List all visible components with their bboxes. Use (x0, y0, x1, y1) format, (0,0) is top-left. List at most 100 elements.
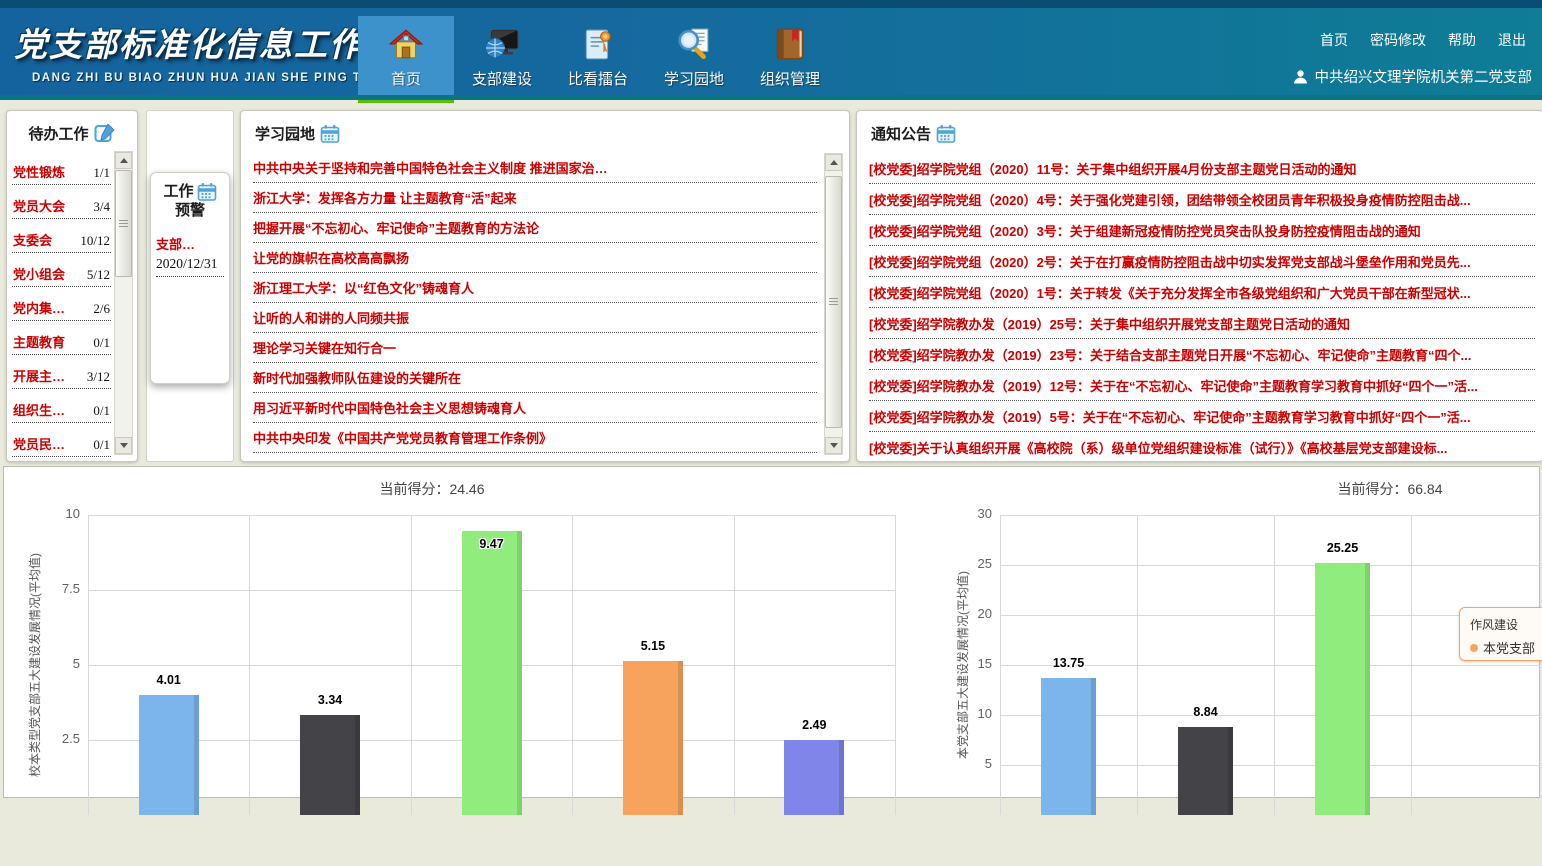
article-link[interactable]: 让党的旗帜在高校高高飘扬 (253, 243, 817, 273)
article-link[interactable]: 把握开展“不忘初心、牢记使命”主题教育的方法论 (253, 213, 817, 243)
tab-branch-building[interactable]: 支部建设 (454, 16, 550, 103)
gridline (411, 515, 412, 815)
bar[interactable] (300, 715, 360, 815)
todo-item[interactable]: 党小组会5/12 (12, 253, 111, 287)
todo-item-name: 组织生… (13, 400, 65, 419)
todo-item[interactable]: 师德师…0/1 (12, 457, 111, 462)
y-tick-label: 10 (40, 506, 80, 521)
bar[interactable] (139, 695, 199, 815)
todo-item-count: 0/1 (93, 335, 110, 351)
todo-item[interactable]: 党员民…0/1 (12, 423, 111, 457)
toplink-help[interactable]: 帮助 (1448, 30, 1476, 50)
article-link[interactable]: 中共中央关于坚持和完善中国特色社会主义制度 推进国家治… (253, 153, 817, 183)
article-link[interactable]: [校党委]绍学院教办发（2019）5号：关于在“不忘初心、牢记使命”主题教育学习… (869, 401, 1535, 432)
bar-value-label: 8.84 (1176, 705, 1236, 719)
todo-scrollbar[interactable] (114, 151, 133, 455)
current-user: 中共绍兴文理学院机关第二党支部 (1293, 66, 1533, 87)
tab-compare-arena[interactable]: 比看擂台 (550, 16, 646, 103)
gridline (88, 515, 895, 516)
plot-area: 13.758.8425.25 (1000, 515, 1542, 815)
todo-item[interactable]: 支委会10/12 (12, 219, 111, 253)
chart-this-branch: 当前得分：66.84 本党支部五大建设发展情况(平均值) 13.758.8425… (940, 466, 1542, 866)
search-document-icon (676, 24, 712, 66)
article-link[interactable]: [校党委]绍学院党组（2020）2号：关于在打赢疫情防控阻击战中切实发挥党支部战… (869, 246, 1535, 277)
user-icon (1293, 69, 1308, 84)
article-link[interactable]: 中共中央印发《中国共产党党员教育管理工作条例》 (253, 423, 817, 453)
gridline (1000, 565, 1542, 566)
bar[interactable] (1178, 727, 1233, 815)
tab-home[interactable]: 首页 (358, 16, 454, 103)
todo-item-count: 0/1 (93, 403, 110, 419)
edit-pencil-icon[interactable] (94, 122, 116, 144)
article-link[interactable]: 大学的定力与初心 (253, 453, 817, 462)
bar[interactable] (623, 661, 683, 816)
article-link[interactable]: [校党委]绍学院党组（2020）1号：关于转发《关于充分发挥全市各级党组织和广大… (869, 277, 1535, 308)
user-name: 中共绍兴文理学院机关第二党支部 (1315, 66, 1533, 87)
tab-label: 比看擂台 (568, 68, 628, 89)
scrollbar-thumb[interactable] (115, 170, 132, 277)
calendar-icon (197, 182, 217, 202)
chart-branch-type-average: 当前得分：24.46 校本类型党支部五大建设发展情况(平均值) 4.013.34… (0, 466, 900, 866)
article-link[interactable]: 浙江理工大学：以“红色文化”铸魂育人 (253, 273, 817, 303)
scroll-up-button[interactable] (115, 152, 132, 169)
notice-panel-title: 通知公告 (857, 111, 1542, 144)
todo-item-name: 党员大会 (13, 196, 65, 215)
todo-item[interactable]: 组织生… 0/1 (12, 389, 111, 423)
bar[interactable] (462, 531, 522, 815)
tab-study-garden[interactable]: 学习园地 (646, 16, 742, 103)
bar-value-label: 3.34 (300, 693, 360, 707)
study-garden-panel: 学习园地 中共中央关于坚持和完善中国特色社会主义制度 推进国家治…浙江大学：发挥… (240, 110, 850, 462)
todo-item-name: 党内集… (13, 298, 65, 317)
study-panel-title: 学习园地 (241, 111, 849, 144)
toplink-home[interactable]: 首页 (1320, 30, 1348, 50)
todo-item-name: 党小组会 (13, 264, 65, 283)
scroll-down-button[interactable] (825, 437, 842, 454)
todo-item[interactable]: 党性锻炼1/1 (12, 151, 111, 185)
article-link[interactable]: [校党委]绍学院教办发（2019）25号：关于集中组织开展党支部主题党日活动的通… (869, 308, 1535, 339)
article-link[interactable]: [校党委]绍学院党组（2020）3号：关于组建新冠疫情防控党员突击队投身防控疫情… (869, 215, 1535, 246)
computer-globe-icon (483, 24, 521, 66)
bar[interactable] (784, 740, 844, 815)
todo-item-count: 0/1 (93, 437, 110, 453)
y-tick-label: 7.5 (40, 581, 80, 596)
calendar-icon (936, 124, 956, 144)
article-link[interactable]: 理论学习关键在知行合一 (253, 333, 817, 363)
toplink-change-password[interactable]: 密码修改 (1370, 30, 1426, 50)
article-link[interactable]: [校党委]绍学院教办发（2019）12号：关于在“不忘初心、牢记使命”主题教育学… (869, 370, 1535, 401)
todo-item-name: 党性锻炼 (13, 162, 65, 181)
scroll-up-button[interactable] (825, 154, 842, 171)
tab-organization[interactable]: 组织管理 (742, 16, 838, 103)
todo-item[interactable]: 党员大会3/4 (12, 185, 111, 219)
todo-list: 党性锻炼1/1党员大会3/4支委会10/12党小组会5/12党内集…2/6主题教… (12, 151, 111, 462)
todo-item[interactable]: 党内集…2/6 (12, 287, 111, 321)
article-link[interactable]: [校党委]绍学院教办发（2019）23号：关于结合支部主题党日开展“不忘初心、牢… (869, 339, 1535, 370)
gridline (734, 515, 735, 815)
notice-list: [校党委]绍学院党组（2020）11号：关于集中组织开展4月份支部主题党日活动的… (869, 153, 1535, 462)
article-link[interactable]: [校党委]绍学院党组（2020）4号：关于强化党建引领，团结带领全校团员青年积极… (869, 184, 1535, 215)
book-icon (773, 24, 807, 66)
article-link[interactable]: 用习近平新时代中国特色社会主义思想铸魂育人 (253, 393, 817, 423)
article-link[interactable]: 让听的人和讲的人同频共振 (253, 303, 817, 333)
todo-item-count: 3/12 (87, 369, 110, 385)
scrollbar-thumb[interactable] (825, 176, 842, 428)
article-link[interactable]: 浙江大学：发挥各方力量 让主题教育“活”起来 (253, 183, 817, 213)
bar[interactable] (1315, 563, 1370, 816)
scroll-down-button[interactable] (115, 437, 132, 454)
header-top-strip (0, 0, 1542, 8)
toplink-logout[interactable]: 退出 (1498, 30, 1526, 50)
article-link[interactable]: [校党委]绍学院党组（2020）11号：关于集中组织开展4月份支部主题党日活动的… (869, 153, 1535, 184)
y-tick-label: 15 (952, 656, 992, 671)
warning-item[interactable]: 支部…2020/12/31 (156, 234, 224, 277)
todo-item[interactable]: 主题教育0/1 (12, 321, 111, 355)
todo-item[interactable]: 开展主…3/12 (12, 355, 111, 389)
tooltip-series: 本党支部 (1470, 638, 1542, 657)
y-tick-label: 5 (952, 756, 992, 771)
bar[interactable] (1041, 678, 1096, 816)
warning-list: 支部…2020/12/31 (156, 234, 224, 277)
y-tick-label: 2.5 (40, 731, 80, 746)
article-link[interactable]: [校党委]关于认真组织开展《高校院（系）级单位党组织建设标准（试行）》《高校基层… (869, 432, 1535, 462)
study-scrollbar[interactable] (824, 153, 843, 455)
notice-panel: 通知公告 [校党委]绍学院党组（2020）11号：关于集中组织开展4月份支部主题… (856, 110, 1542, 462)
article-link[interactable]: 新时代加强教师队伍建设的关键所在 (253, 363, 817, 393)
calendar-icon (320, 124, 340, 144)
